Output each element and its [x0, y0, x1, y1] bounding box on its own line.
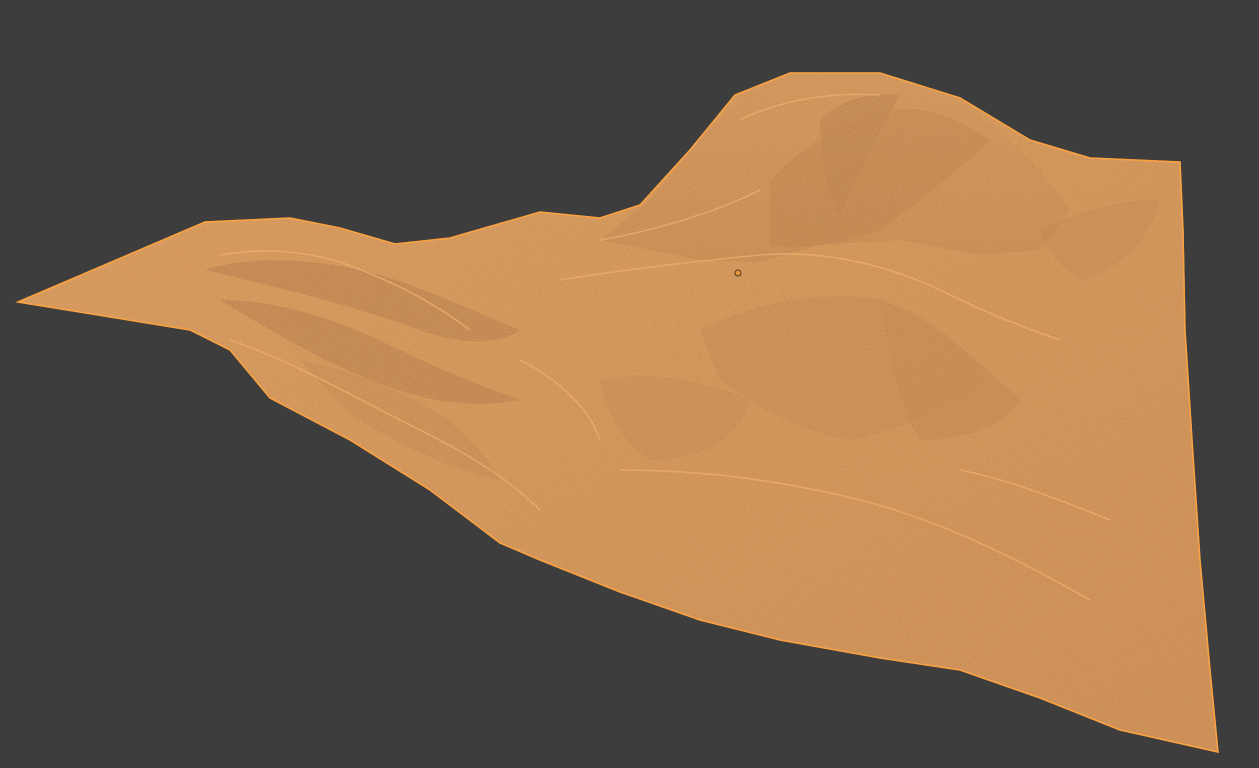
terrain-mesh[interactable]: [15, 72, 1219, 753]
object-origin-icon[interactable]: [734, 269, 742, 277]
3d-viewport[interactable]: [0, 0, 1259, 768]
terrain-grain: [18, 73, 1218, 752]
viewport-canvas[interactable]: [0, 0, 1259, 768]
